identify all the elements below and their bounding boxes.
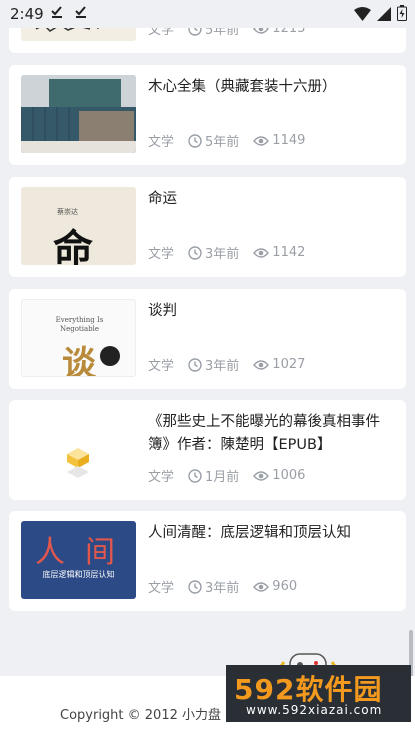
article-time-label: 3年前 xyxy=(205,581,240,596)
article-title[interactable]: 谈判 xyxy=(148,300,398,323)
thumb-title: 人间 xyxy=(35,535,135,570)
eye-icon xyxy=(253,135,270,146)
article-category: 文学 xyxy=(148,470,175,485)
article-title[interactable]: 《那些史上不能曝光的幕後真相事件簿》作者：陳楚明【EPUB】 xyxy=(148,411,398,457)
article-card[interactable]: 人间 底层逻辑和顶层认知 人间清醒：底层逻辑和顶层认知 文学 3年前 960 xyxy=(9,511,406,611)
article-views: 1027 xyxy=(253,357,305,372)
eye-icon xyxy=(253,247,270,258)
article-title[interactable]: 人间清醒：底层逻辑和顶层认知 xyxy=(148,522,398,545)
watermark-brand-text: 592软件园 xyxy=(234,673,383,706)
article-time: 3年前 xyxy=(188,355,239,374)
thumb-title: 谈 xyxy=(62,344,96,377)
article-thumbnail xyxy=(21,75,136,153)
article-category: 文学 xyxy=(148,359,175,374)
article-meta: 文学 1月前 1006 xyxy=(148,466,319,485)
article-category: 文学 xyxy=(148,135,175,150)
article-time: 3年前 xyxy=(188,243,239,262)
watermark: 592软件园 www.592xiazai.com xyxy=(226,665,411,722)
article-views: 1142 xyxy=(253,245,305,260)
wifi-icon xyxy=(354,6,371,25)
article-time: 5年前 xyxy=(188,131,239,150)
article-time-label: 3年前 xyxy=(205,359,240,374)
article-views-count: 1006 xyxy=(272,468,306,483)
watermark-url: www.592xiazai.com xyxy=(246,703,383,717)
clock-icon xyxy=(188,357,202,372)
eye-icon xyxy=(253,359,270,370)
article-card[interactable]: 蔡崇达 命 命运 文学 3年前 1142 xyxy=(9,177,406,277)
clock-icon xyxy=(188,468,202,483)
thumb-subtitle: 底层逻辑和顶层认知 xyxy=(42,570,115,579)
article-thumbnail: Everything Is Negotiable 谈 xyxy=(21,299,136,377)
article-thumbnail: 蔡崇达 命 xyxy=(21,187,136,265)
article-card[interactable]: Everything Is Negotiable 谈 谈判 文学 3年前 102… xyxy=(9,289,406,389)
thumb-stone xyxy=(100,346,120,366)
article-meta: 文学 3年前 1027 xyxy=(148,355,319,374)
article-views: 1006 xyxy=(253,468,305,483)
status-bar: 2:49 xyxy=(0,0,415,28)
article-meta: 文学 3年前 1142 xyxy=(148,243,319,262)
thumb-english-title: Everything Is Negotiable xyxy=(55,316,104,333)
article-time-label: 5年前 xyxy=(205,135,240,150)
article-card[interactable]: 木心全集（典藏套装十六册） 文学 5年前 1149 xyxy=(9,65,406,165)
article-time-label: 3年前 xyxy=(205,247,240,262)
article-category: 文学 xyxy=(148,247,175,262)
watermark-brand: 592软件园 xyxy=(234,668,382,708)
article-time: 1月前 xyxy=(188,466,239,485)
article-views-count: 1149 xyxy=(272,133,306,148)
eye-icon xyxy=(253,470,270,481)
article-time: 3年前 xyxy=(188,577,239,596)
copyright-text: Copyright © 2012 小力盘 xyxy=(60,708,222,723)
article-views: 960 xyxy=(253,579,297,594)
download-done-icon xyxy=(50,5,64,23)
download-done-icon xyxy=(74,5,88,23)
thumb-title: 命 xyxy=(53,226,93,265)
article-category: 文学 xyxy=(148,581,175,596)
clock-icon xyxy=(188,133,202,148)
article-views-count: 960 xyxy=(272,579,298,594)
article-views-count: 1142 xyxy=(272,245,306,260)
clock-icon xyxy=(188,245,202,260)
article-thumbnail xyxy=(21,410,136,488)
article-title[interactable]: 命运 xyxy=(148,188,398,211)
clock-icon xyxy=(188,579,202,594)
battery-icon xyxy=(397,5,407,25)
article-title[interactable]: 木心全集（典藏套装十六册） xyxy=(148,76,398,99)
article-meta: 文学 3年前 960 xyxy=(148,577,311,596)
eye-icon xyxy=(253,581,270,592)
article-time-label: 1月前 xyxy=(205,470,240,485)
article-thumbnail: 人间 底层逻辑和顶层认知 xyxy=(21,521,136,599)
article-views: 1149 xyxy=(253,133,305,148)
article-meta: 文学 5年前 1149 xyxy=(148,131,319,150)
signal-icon xyxy=(377,6,391,25)
status-time: 2:49 xyxy=(10,5,44,23)
article-card[interactable]: 《那些史上不能曝光的幕後真相事件簿》作者：陳楚明【EPUB】 文学 1月前 10… xyxy=(9,400,406,500)
article-views-count: 1027 xyxy=(272,357,306,372)
placeholder-box-icon xyxy=(67,448,89,478)
thumb-author: 蔡崇达 xyxy=(57,208,78,216)
